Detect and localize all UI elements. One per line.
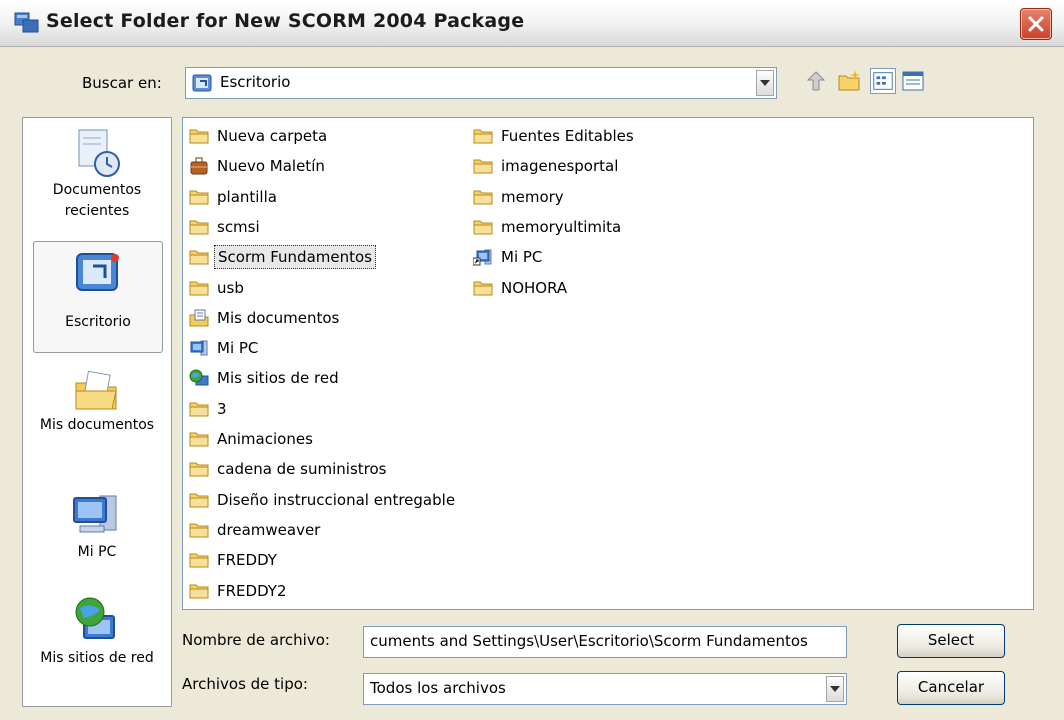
file-item-name: plantilla bbox=[217, 187, 277, 206]
file-item-name: cadena de suministros bbox=[217, 460, 387, 479]
file-item-name: FREDDY bbox=[217, 551, 277, 570]
file-item-name: Nueva carpeta bbox=[217, 127, 328, 145]
select-button[interactable]: Select bbox=[897, 624, 1005, 658]
network-places-icon bbox=[75, 597, 115, 639]
view-list-icon[interactable] bbox=[870, 68, 896, 94]
up-folder-icon[interactable] bbox=[803, 68, 829, 94]
places-bar: Documentos recientes Escritorio Mis docu… bbox=[22, 117, 172, 707]
folder-icon bbox=[189, 491, 209, 509]
file-item-name: memoryultimita bbox=[501, 217, 622, 236]
file-item-name: FREDDY2 bbox=[217, 581, 287, 600]
file-item-name: Mi PC bbox=[217, 339, 259, 358]
file-item-name: Scorm Fundamentos bbox=[214, 245, 376, 270]
lookin-label: Buscar en: bbox=[82, 74, 162, 92]
folder-icon bbox=[189, 521, 209, 539]
filename-input[interactable]: cuments and Settings\User\Escritorio\Sco… bbox=[363, 626, 847, 658]
file-item-name: Nuevo Maletín bbox=[217, 157, 325, 176]
place-desktop[interactable]: Escritorio bbox=[33, 241, 163, 353]
network-places-icon bbox=[189, 369, 209, 387]
chevron-down-icon bbox=[830, 686, 840, 692]
file-item-name: NOHORA bbox=[501, 278, 568, 297]
place-label: Documentos recientes bbox=[52, 182, 142, 219]
file-item-name: dreamweaver bbox=[217, 520, 321, 539]
place-network[interactable]: Mis sitios de red bbox=[33, 594, 161, 669]
file-item-name: Mis documentos bbox=[217, 308, 340, 327]
place-label: Mi PC bbox=[77, 544, 117, 560]
folder-icon bbox=[189, 188, 209, 206]
briefcase-icon bbox=[189, 157, 209, 175]
file-item-name: Fuentes Editables bbox=[501, 127, 634, 145]
window-title: Select Folder for New SCORM 2004 Package bbox=[46, 10, 525, 32]
folder-icon bbox=[189, 400, 209, 418]
filetype-label: Archivos de tipo: bbox=[182, 675, 308, 693]
app-icon bbox=[14, 12, 39, 33]
desktop-icon bbox=[76, 253, 119, 291]
view-menu-icon[interactable] bbox=[900, 68, 926, 94]
folder-icon bbox=[189, 218, 209, 236]
file-item-name: Mis sitios de red bbox=[217, 369, 339, 388]
file-item-name: 3 bbox=[217, 399, 227, 418]
folder-icon bbox=[473, 157, 493, 175]
file-item-name: Animaciones bbox=[217, 430, 313, 448]
filetype-select[interactable]: Todos los archivos bbox=[363, 673, 847, 705]
place-label: Escritorio bbox=[65, 314, 131, 330]
file-item-name: usb bbox=[217, 278, 244, 297]
folder-icon bbox=[473, 279, 493, 297]
cancel-button[interactable]: Cancelar bbox=[897, 671, 1005, 705]
folder-icon bbox=[189, 430, 209, 448]
close-icon bbox=[1028, 16, 1044, 32]
place-label: Mis documentos bbox=[39, 417, 155, 433]
close-button[interactable] bbox=[1020, 8, 1052, 40]
folder-icon bbox=[189, 279, 209, 297]
chevron-down-icon bbox=[760, 80, 770, 86]
folder-icon bbox=[473, 218, 493, 236]
folder-icon bbox=[473, 127, 493, 145]
filetype-dropdown-button[interactable] bbox=[826, 676, 844, 702]
filetype-value: Todos los archivos bbox=[370, 679, 506, 697]
folder-icon bbox=[189, 460, 209, 478]
file-item-name: Diseño instruccional entregable bbox=[217, 490, 456, 509]
folder-icon bbox=[189, 127, 209, 145]
title-bar: Select Folder for New SCORM 2004 Package bbox=[0, 0, 1064, 47]
file-item-name: Mi PC bbox=[501, 248, 543, 267]
folder-icon bbox=[473, 188, 493, 206]
filename-label: Nombre de archivo: bbox=[182, 631, 330, 649]
desktop-icon bbox=[192, 74, 212, 92]
recent-documents-icon bbox=[78, 129, 120, 177]
folder-icon bbox=[189, 551, 209, 569]
lookin-dropdown-button[interactable] bbox=[756, 70, 774, 96]
folder-icon bbox=[189, 582, 209, 600]
place-my-documents[interactable]: Mis documentos bbox=[33, 365, 161, 436]
file-list[interactable]: Nueva carpeta Nuevo Maletín plantilla scmsi… bbox=[182, 117, 1034, 610]
my-documents-icon bbox=[189, 309, 209, 327]
folder-icon bbox=[189, 248, 209, 266]
file-item-name: memory bbox=[501, 187, 564, 206]
new-folder-icon[interactable] bbox=[837, 68, 863, 94]
place-my-computer[interactable]: Mi PC bbox=[33, 488, 161, 563]
file-item-name: scmsi bbox=[217, 217, 260, 236]
place-label: Mis sitios de red bbox=[40, 650, 154, 666]
lookin-combo[interactable]: Escritorio bbox=[185, 67, 777, 99]
place-recent-documents[interactable]: Documentos recientes bbox=[33, 126, 161, 222]
file-item-name: imagenesportal bbox=[501, 157, 619, 176]
my-computer-icon bbox=[73, 495, 117, 533]
my-computer-icon bbox=[189, 339, 209, 357]
my-documents-icon bbox=[75, 370, 117, 410]
my-computer-shortcut-icon bbox=[472, 248, 493, 266]
lookin-value: Escritorio bbox=[220, 73, 291, 91]
